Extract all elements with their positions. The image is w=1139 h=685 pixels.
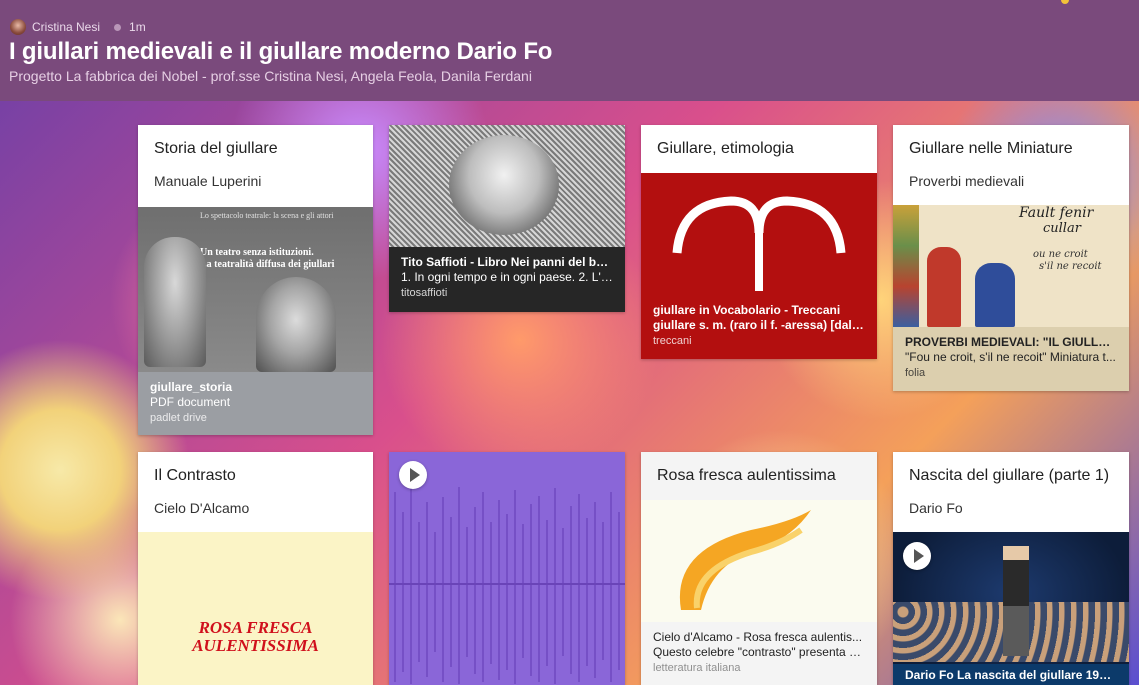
post-body: Proverbi medievali (909, 173, 1025, 189)
video-play-icon[interactable] (903, 542, 931, 570)
post-title: Storia del giullare (154, 140, 278, 157)
notification-icon[interactable] (1061, 0, 1069, 4)
post-card-miniature[interactable]: Giullare nelle Miniature Proverbi mediev… (893, 125, 1129, 391)
poster-image[interactable]: ROSA FRESCA AULENTISSIMA (138, 532, 373, 685)
attachment-source: letteratura italiana (653, 662, 741, 674)
attachment-source: treccani (653, 335, 692, 347)
attachment-type: PDF document (150, 395, 231, 409)
padlet-header: Cristina Nesi 1m I giullari medievali e … (0, 0, 1139, 101)
miniature-script: ou ne croit (1033, 249, 1088, 260)
poster-line: ROSA FRESCA (198, 618, 313, 637)
scan-heading: La teatralità diffusa dei giullari (200, 259, 335, 270)
portrait-figure (256, 277, 336, 372)
miniature-script: Fault fenir (1019, 205, 1094, 221)
attachment-description: 1. In ogni tempo e in ogni paese. 2. L'i… (401, 270, 613, 284)
attachment-description: "Fou ne croit, s'il ne recoit" Miniatura… (905, 350, 1116, 364)
attachment-source: folia (905, 367, 926, 379)
miniature-figure-blue (975, 263, 1015, 327)
attachment-source: padlet drive (150, 412, 207, 424)
scan-header: Lo spettacolo teatrale: la scena e gli a… (200, 211, 334, 220)
page-title: I giullari medievali e il giullare moder… (9, 38, 553, 65)
miniature-script: s'il ne recoit (1039, 261, 1102, 272)
post-card-saffioti[interactable]: Tito Saffioti - Libro Nei panni del buff… (389, 125, 625, 312)
miniature-image[interactable]: cullar Fault fenir ou ne croit s'il ne r… (893, 205, 1129, 327)
post-card-contrasto[interactable]: Il Contrasto Cielo D'Alcamo ROSA FRESCA … (138, 452, 373, 685)
attachment-source: titosaffioti (401, 287, 448, 299)
author-meta: Cristina Nesi 1m (10, 19, 146, 35)
post-time: 1m (129, 20, 146, 34)
post-body: Manuale Luperini (154, 173, 262, 189)
attachment-title: Dario Fo La nascita del giullare 1977 ..… (905, 668, 1117, 682)
miniature-figure-red (927, 247, 961, 327)
attachment-title: PROVERBI MEDIEVALI: "IL GIULLARE... (905, 335, 1117, 349)
attachment-info[interactable]: giullare_storia PDF document padlet driv… (138, 372, 373, 435)
attachment-title: Tito Saffioti - Libro Nei panni del buff… (401, 255, 613, 269)
engraving-figure (449, 135, 559, 235)
attachment-title: Cielo d'Alcamo - Rosa fresca aulentis... (653, 630, 863, 644)
attachment-title: giullare_storia (150, 380, 233, 394)
attachment-description: giullare s. m. (raro il f. -aressa) [dal… (653, 318, 865, 332)
card-header: Giullare, etimologia (641, 125, 877, 173)
post-title: Rosa fresca aulentissima (657, 467, 836, 484)
post-title: Giullare nelle Miniature (909, 140, 1073, 157)
author-name[interactable]: Cristina Nesi (32, 20, 100, 34)
performer-figure (1003, 546, 1029, 656)
author-avatar[interactable] (10, 19, 26, 35)
scan-heading: Un teatro senza istituzioni. (200, 247, 314, 258)
miniature-border (893, 205, 919, 327)
attachment-description: Questo celebre "contrasto" presenta u... (653, 645, 865, 659)
post-card-etimologia[interactable]: Giullare, etimologia giullare in Vocabol… (641, 125, 877, 359)
attachment-info[interactable]: Tito Saffioti - Libro Nei panni del buff… (389, 247, 625, 312)
post-card-nascita[interactable]: Nascita del giullare (parte 1) Dario Fo … (893, 452, 1129, 685)
miniature-script: cullar (1043, 221, 1081, 236)
page-subtitle: Progetto La fabbrica dei Nobel - prof.ss… (9, 68, 532, 84)
pdf-preview-image[interactable]: Lo spettacolo teatrale: la scena e gli a… (138, 207, 373, 372)
attachment-info[interactable]: giullare in Vocabolario - Treccani giull… (641, 295, 877, 359)
post-title: Nascita del giullare (parte 1) (909, 467, 1110, 484)
engraving-image[interactable] (389, 125, 625, 247)
audio-play-icon[interactable] (399, 461, 427, 489)
attachment-info[interactable]: PROVERBI MEDIEVALI: "IL GIULLARE... "Fou… (893, 327, 1129, 391)
post-title: Giullare, etimologia (657, 140, 794, 157)
post-body: Cielo D'Alcamo (154, 500, 250, 516)
video-thumbnail-image[interactable] (893, 532, 1129, 685)
poster-line: AULENTISSIMA (192, 636, 319, 655)
treccani-logo-icon (672, 196, 846, 291)
portrait-figure (144, 237, 206, 367)
logo-swoosh-icon (679, 510, 811, 610)
post-card-audio[interactable] (389, 452, 625, 685)
post-card-storia[interactable]: Storia del giullare Manuale Luperini Lo … (138, 125, 373, 435)
audio-waveform (389, 482, 625, 684)
post-card-rosa[interactable]: Rosa fresca aulentissima Cielo d'Alcamo … (641, 452, 877, 685)
video-thumbnail-image[interactable] (641, 500, 877, 622)
card-header: Giullare nelle Miniature Proverbi mediev… (893, 125, 1129, 205)
post-body: Dario Fo (909, 500, 963, 516)
post-title: Il Contrasto (154, 467, 236, 484)
attachment-title: giullare in Vocabolario - Treccani (653, 303, 841, 317)
attachment-info[interactable]: Cielo d'Alcamo - Rosa fresca aulentis...… (641, 622, 877, 685)
attachment-info[interactable]: Dario Fo La nascita del giullare 1977 ..… (893, 664, 1129, 685)
separator-dot (114, 23, 122, 31)
treccani-logo-image[interactable] (641, 173, 877, 295)
